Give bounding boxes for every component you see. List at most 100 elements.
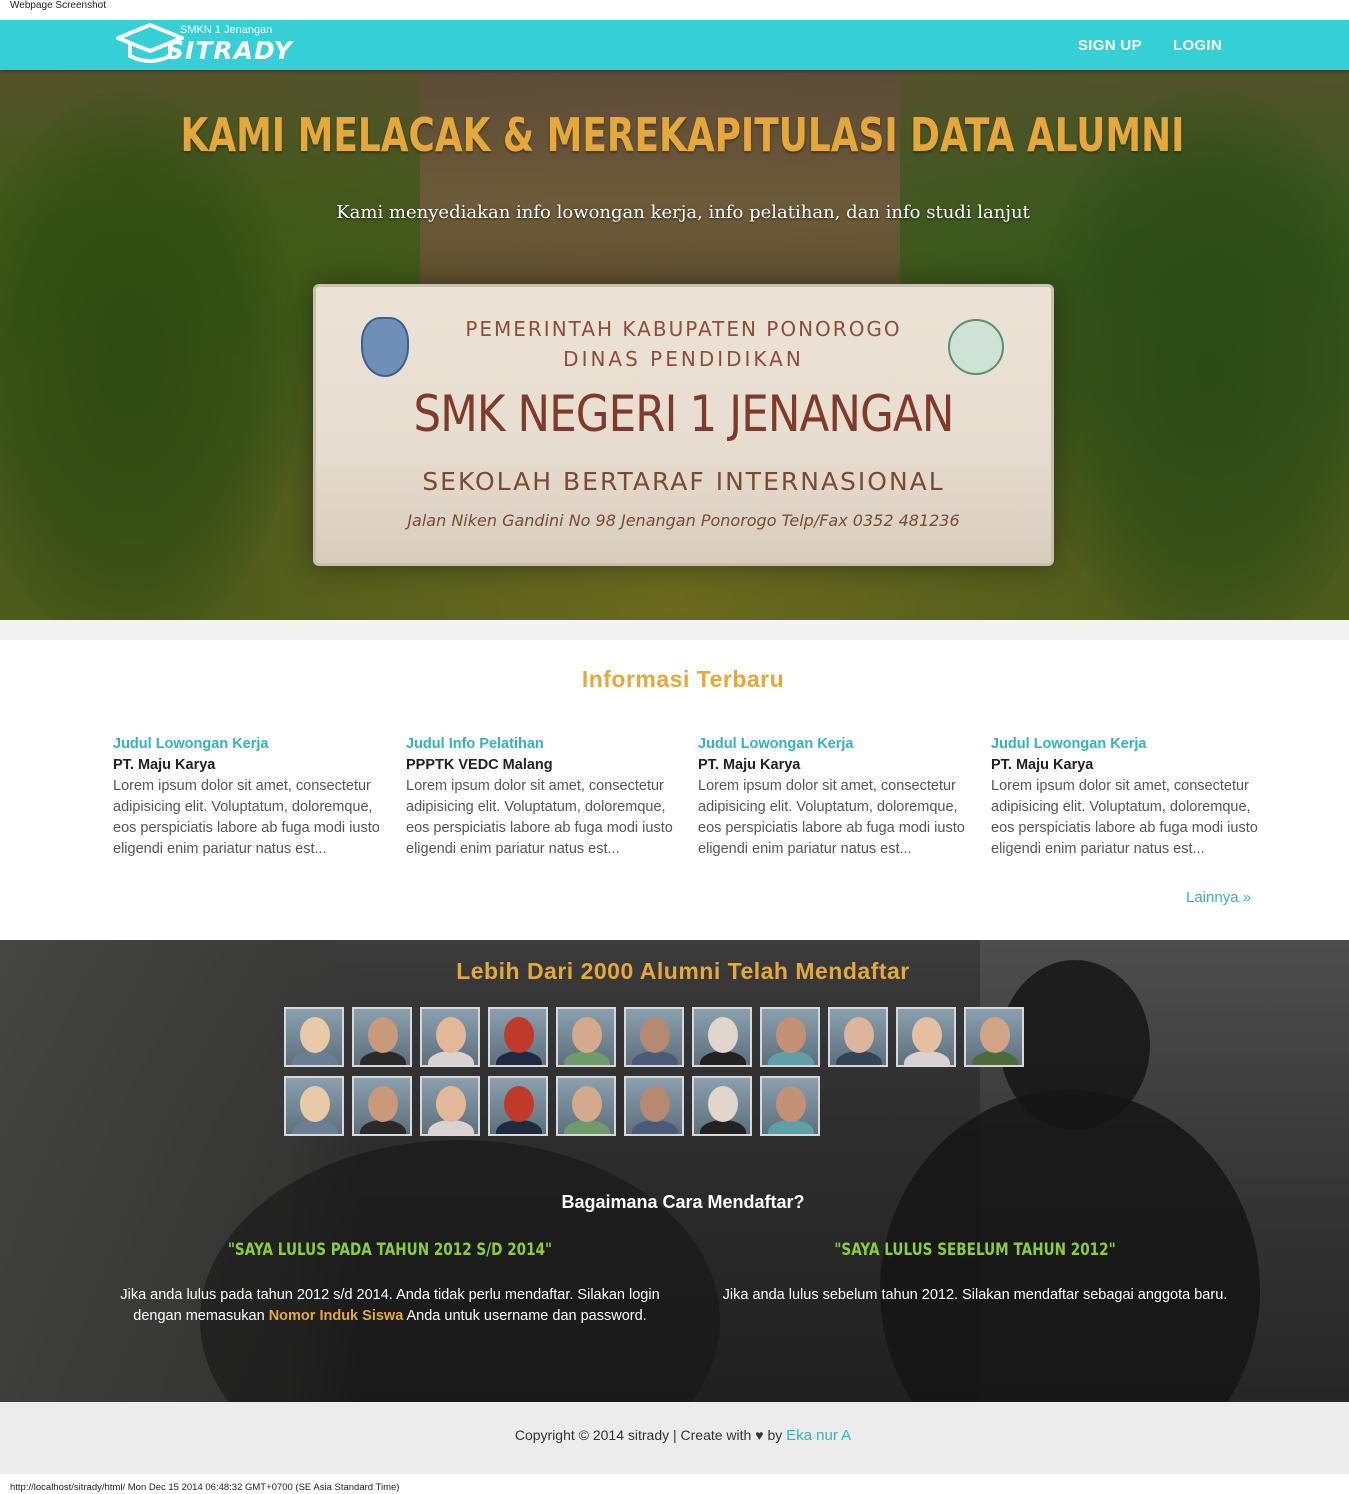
avatar-face (572, 1086, 602, 1122)
alumni-avatar[interactable] (488, 1076, 548, 1136)
avatar-body (768, 1120, 814, 1134)
avatar-face (368, 1086, 398, 1122)
avatar-face (844, 1017, 874, 1053)
alumni-avatar[interactable] (488, 1007, 548, 1067)
alumni-avatar[interactable] (760, 1076, 820, 1136)
section-divider (0, 620, 1349, 640)
option-1-text: Jika anda lulus pada tahun 2012 s/d 2014… (115, 1285, 665, 1327)
avatar-face (504, 1086, 534, 1122)
avatar-body (836, 1051, 882, 1065)
avatar-face (708, 1017, 738, 1053)
avatar-body (632, 1051, 678, 1065)
hero-title: KAMI MELACAK & MEREKAPITULASI DATA ALUMN… (180, 108, 1185, 162)
avatar-face (436, 1017, 466, 1053)
info-card-company: PPPTK VEDC Malang (406, 757, 553, 773)
avatar-face (708, 1086, 738, 1122)
info-card: Judul Lowongan Kerja PT. Maju Karya Lore… (991, 734, 1259, 860)
avatar-face (572, 1017, 602, 1053)
info-card-body: Lorem ipsum dolor sit amet, consectetur … (991, 778, 1258, 857)
info-card: Judul Lowongan Kerja PT. Maju Karya Lore… (113, 734, 381, 860)
hero-building (420, 70, 900, 290)
option-2-text: Jika anda lulus sebelum tahun 2012. Sila… (722, 1287, 1228, 1303)
avatar-body (632, 1120, 678, 1134)
screenshot-caption: Webpage Screenshot (10, 0, 106, 11)
author-link[interactable]: Eka nur A (786, 1427, 851, 1444)
alumni-title: Lebih Dari 2000 Alumni Telah Mendaftar (456, 958, 910, 984)
avatar-face (368, 1017, 398, 1053)
option-1-text-after: Anda untuk username dan password. (403, 1308, 647, 1324)
alumni-avatar[interactable] (964, 1007, 1024, 1067)
sign-line-3: SMK NEGERI 1 JENANGAN (413, 385, 955, 443)
avatar-body (700, 1051, 746, 1065)
avatar-body (564, 1120, 610, 1134)
alumni-avatar[interactable] (352, 1076, 412, 1136)
avatar-body (768, 1051, 814, 1065)
info-card-title[interactable]: Judul Lowongan Kerja (991, 734, 1259, 755)
info-card-title[interactable]: Judul Lowongan Kerja (113, 734, 381, 755)
alumni-section: Lebih Dari 2000 Alumni Telah Mendaftar B… (0, 940, 1349, 1402)
avatar-face (504, 1017, 534, 1053)
alumni-avatar[interactable] (556, 1007, 616, 1067)
info-card: Judul Info Pelatihan PPPTK VEDC Malang L… (406, 734, 674, 860)
more-info-link[interactable]: Lainnya » (1186, 889, 1251, 906)
avatar-face (912, 1017, 942, 1053)
alumni-avatar[interactable] (896, 1007, 956, 1067)
alumni-avatar[interactable] (828, 1007, 888, 1067)
alumni-avatar[interactable] (352, 1007, 412, 1067)
avatar-body (428, 1120, 474, 1134)
avatar-face (640, 1086, 670, 1122)
alumni-avatar[interactable] (624, 1076, 684, 1136)
avatar-body (904, 1051, 950, 1065)
school-sign: PEMERINTAH KABUPATEN PONOROGO DINAS PEND… (313, 284, 1054, 566)
info-card-body: Lorem ipsum dolor sit amet, consectetur … (698, 778, 965, 857)
alumni-avatar[interactable] (692, 1007, 752, 1067)
sign-line-4: SEKOLAH BERTARAF INTERNASIONAL (422, 467, 945, 496)
hero-subtitle: Kami menyediakan info lowongan kerja, in… (336, 202, 1030, 223)
hero-tree-left (0, 90, 300, 620)
how-to-register-title: Bagaimana Cara Mendaftar? (561, 1192, 805, 1212)
footer-text: Copyright © 2014 sitrady | Create with ♥… (0, 1427, 1349, 1444)
avatar-face (300, 1086, 330, 1122)
copyright-text: Copyright © 2014 sitrady | Create with (514, 1427, 752, 1443)
avatar-face (776, 1086, 806, 1122)
avatar-body (496, 1120, 542, 1134)
navbar: SMKN 1 Jenangan SITRADY SIGN UP LOGIN (0, 20, 1349, 70)
info-card-body: Lorem ipsum dolor sit amet, consectetur … (406, 778, 673, 857)
avatar-body (428, 1051, 474, 1065)
avatar-body (360, 1051, 406, 1065)
avatar-face (776, 1017, 806, 1053)
info-card-company: PT. Maju Karya (698, 757, 801, 773)
sign-line-2: DINAS PENDIDIKAN (563, 347, 804, 371)
footer-by: by (767, 1427, 783, 1443)
alumni-avatar[interactable] (760, 1007, 820, 1067)
latest-info-section: Informasi Terbaru Judul Lowongan Kerja P… (0, 640, 1349, 940)
option-1-quote: "SAYA LULUS PADA TAHUN 2012 S/D 2014" (227, 1240, 553, 1260)
alumni-avatar[interactable] (420, 1076, 480, 1136)
avatar-body (972, 1051, 1018, 1065)
hero-tree-right (1030, 90, 1349, 620)
avatar-face (640, 1017, 670, 1053)
alumni-avatar[interactable] (284, 1007, 344, 1067)
alumni-avatar[interactable] (624, 1007, 684, 1067)
latest-info-title: Informasi Terbaru (581, 666, 785, 692)
login-link[interactable]: LOGIN (1173, 37, 1222, 54)
avatar-body (700, 1120, 746, 1134)
avatar-face (300, 1017, 330, 1053)
signup-link[interactable]: SIGN UP (1078, 37, 1142, 54)
avatar-body (292, 1051, 338, 1065)
status-bar: http://localhost/sitrady/html/ Mon Dec 1… (10, 1482, 400, 1493)
info-card-company: PT. Maju Karya (991, 757, 1094, 773)
brand-logo[interactable]: SMKN 1 Jenangan SITRADY (114, 22, 294, 68)
info-card: Judul Lowongan Kerja PT. Maju Karya Lore… (698, 734, 966, 860)
avatar-body (564, 1051, 610, 1065)
alumni-avatar[interactable] (692, 1076, 752, 1136)
brand-name: SITRADY (166, 36, 293, 65)
alumni-avatar[interactable] (420, 1007, 480, 1067)
alumni-avatar[interactable] (284, 1076, 344, 1136)
info-card-title[interactable]: Judul Info Pelatihan (406, 734, 674, 755)
avatar-body (292, 1120, 338, 1134)
avatar-body (496, 1051, 542, 1065)
alumni-avatar[interactable] (556, 1076, 616, 1136)
info-card-title[interactable]: Judul Lowongan Kerja (698, 734, 966, 755)
brand-subtitle: SMKN 1 Jenangan (180, 24, 273, 36)
